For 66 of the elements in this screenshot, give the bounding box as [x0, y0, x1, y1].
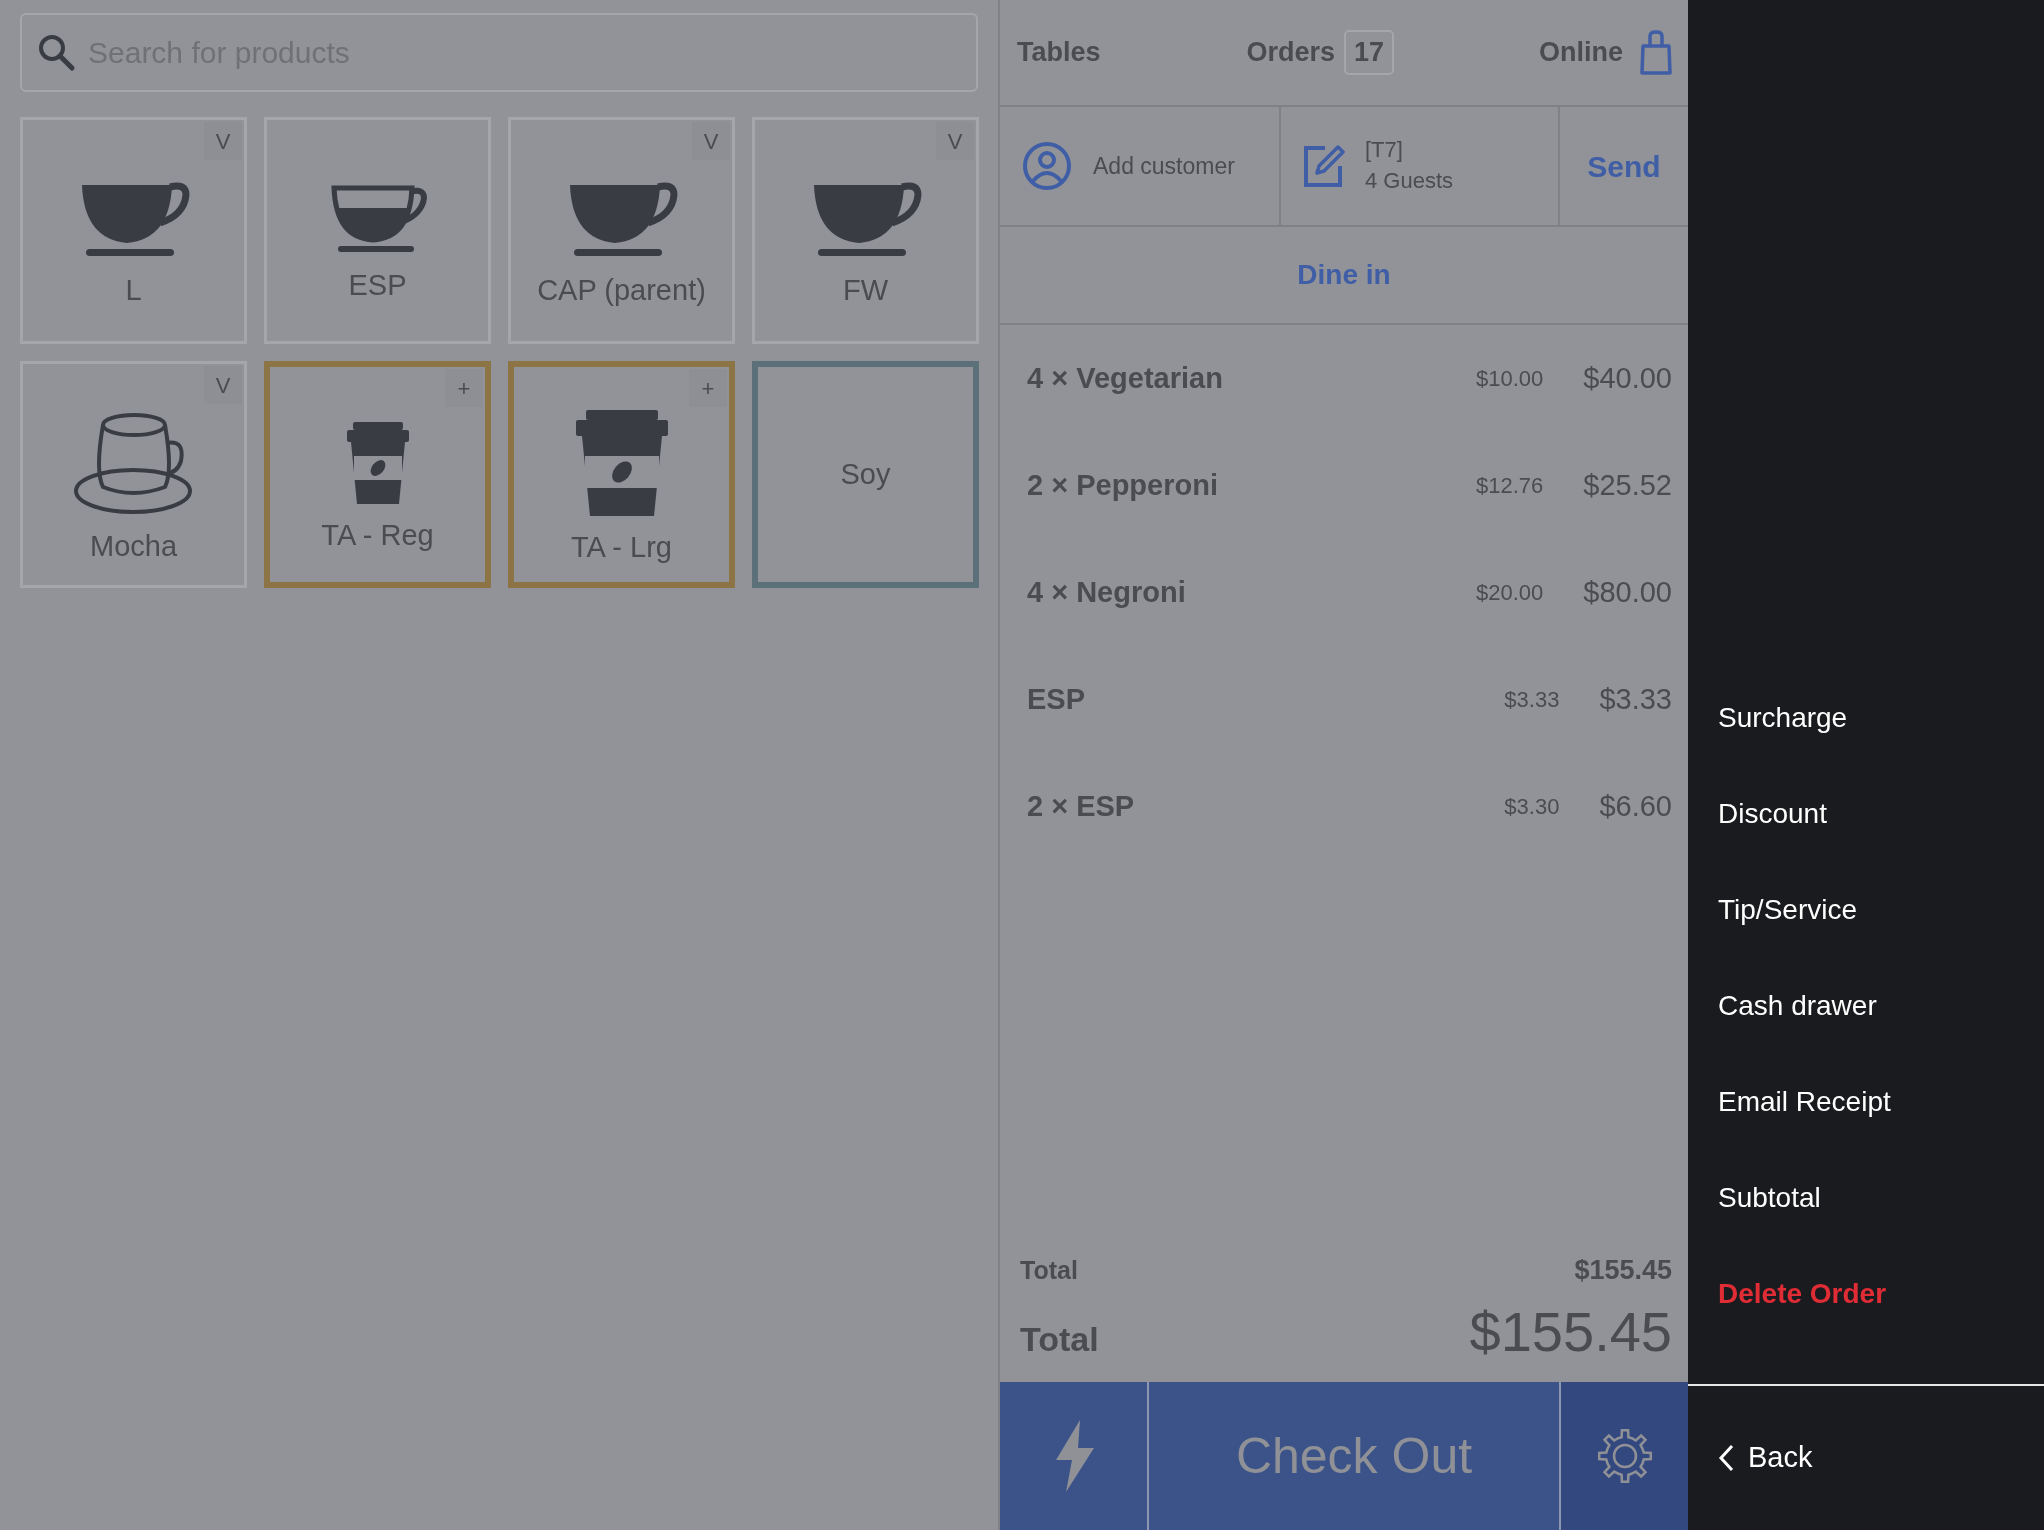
line-total: $6.60 — [1599, 788, 1672, 824]
variant-marker: + — [689, 369, 727, 407]
online-tab[interactable]: Online — [1537, 31, 1624, 74]
item-name: 2 × ESP — [1027, 788, 1136, 824]
cup-and-saucer-icon — [72, 410, 195, 515]
item-name: ESP — [1027, 681, 1087, 717]
settings-button[interactable] — [1561, 1382, 1688, 1530]
product-tile[interactable]: + TA - Reg — [264, 361, 491, 588]
add-customer-button[interactable]: Add customer — [1092, 147, 1236, 185]
dine-in-button[interactable]: Dine in — [1296, 253, 1392, 297]
item-name: 4 × Vegetarian — [1027, 360, 1224, 396]
line-total: $3.33 — [1599, 681, 1672, 717]
menu-item[interactable]: Tip/Service — [1688, 862, 2044, 958]
product-tile[interactable]: + TA - Lrg — [508, 361, 735, 588]
variant-marker: + — [445, 369, 483, 407]
orders-tab[interactable]: Orders — [1245, 31, 1336, 74]
product-label: L — [125, 272, 142, 308]
shopping-bag-icon — [1640, 29, 1672, 76]
table-number: [T7] — [1365, 136, 1404, 165]
total-amount: $155.45 — [1574, 1253, 1672, 1287]
product-tile[interactable]: V L — [20, 117, 247, 344]
product-tile[interactable]: V Mocha — [20, 361, 247, 588]
guest-count: 4 Guests — [1365, 167, 1454, 195]
orders-count: 17 — [1344, 30, 1395, 75]
variant-marker: V — [204, 122, 242, 160]
unit-price: $20.00 — [1475, 579, 1544, 607]
variant-marker: V — [936, 122, 974, 160]
menu-item[interactable]: Email Receipt — [1688, 1054, 2044, 1150]
variant-marker: V — [692, 122, 730, 160]
unit-price: $3.33 — [1503, 686, 1560, 714]
item-name: 4 × Negroni — [1027, 574, 1187, 610]
chevron-left-icon — [1718, 1444, 1734, 1472]
product-tile[interactable]: V FW — [752, 117, 979, 344]
menu-item[interactable]: Subtotal — [1688, 1150, 2044, 1246]
back-button[interactable]: Back — [1688, 1384, 2044, 1530]
product-label: TA - Lrg — [571, 529, 672, 565]
menu-item[interactable]: Cash drawer — [1688, 958, 2044, 1054]
product-tile[interactable]: V CAP (parent) — [508, 117, 735, 344]
send-button[interactable]: Send — [1560, 107, 1688, 225]
edit-icon — [1303, 144, 1345, 188]
total-amount: $155.45 — [1469, 1299, 1672, 1365]
product-label: Mocha — [89, 528, 177, 564]
total-label: Total — [1020, 1254, 1078, 1286]
tables-tab[interactable]: Tables — [1016, 31, 1102, 74]
line-total: $80.00 — [1583, 574, 1672, 610]
takeaway-cup-icon — [344, 421, 411, 504]
product-label: FW — [842, 272, 889, 308]
product-label: ESP — [348, 267, 407, 303]
takeaway-cup-icon — [573, 409, 670, 516]
product-tile[interactable]: ESP — [264, 117, 491, 344]
total-label: Total — [1020, 1319, 1099, 1360]
unit-price: $10.00 — [1475, 365, 1544, 393]
item-name: 2 × Pepperoni — [1027, 467, 1219, 503]
user-icon — [1022, 141, 1072, 191]
menu-item[interactable]: Surcharge — [1688, 670, 2044, 766]
unit-price: $3.30 — [1503, 793, 1560, 821]
product-tile[interactable]: Soy — [752, 361, 979, 588]
product-label: Soy — [840, 456, 891, 492]
product-label: CAP (parent) — [537, 272, 706, 308]
line-total: $25.52 — [1583, 467, 1672, 503]
unit-price: $12.76 — [1475, 472, 1544, 500]
variant-marker: V — [204, 366, 242, 404]
delete-order-button[interactable]: Delete Order — [1688, 1246, 2044, 1342]
product-label: TA - Reg — [321, 517, 434, 553]
menu-item[interactable]: Discount — [1688, 766, 2044, 862]
line-total: $40.00 — [1583, 360, 1672, 396]
